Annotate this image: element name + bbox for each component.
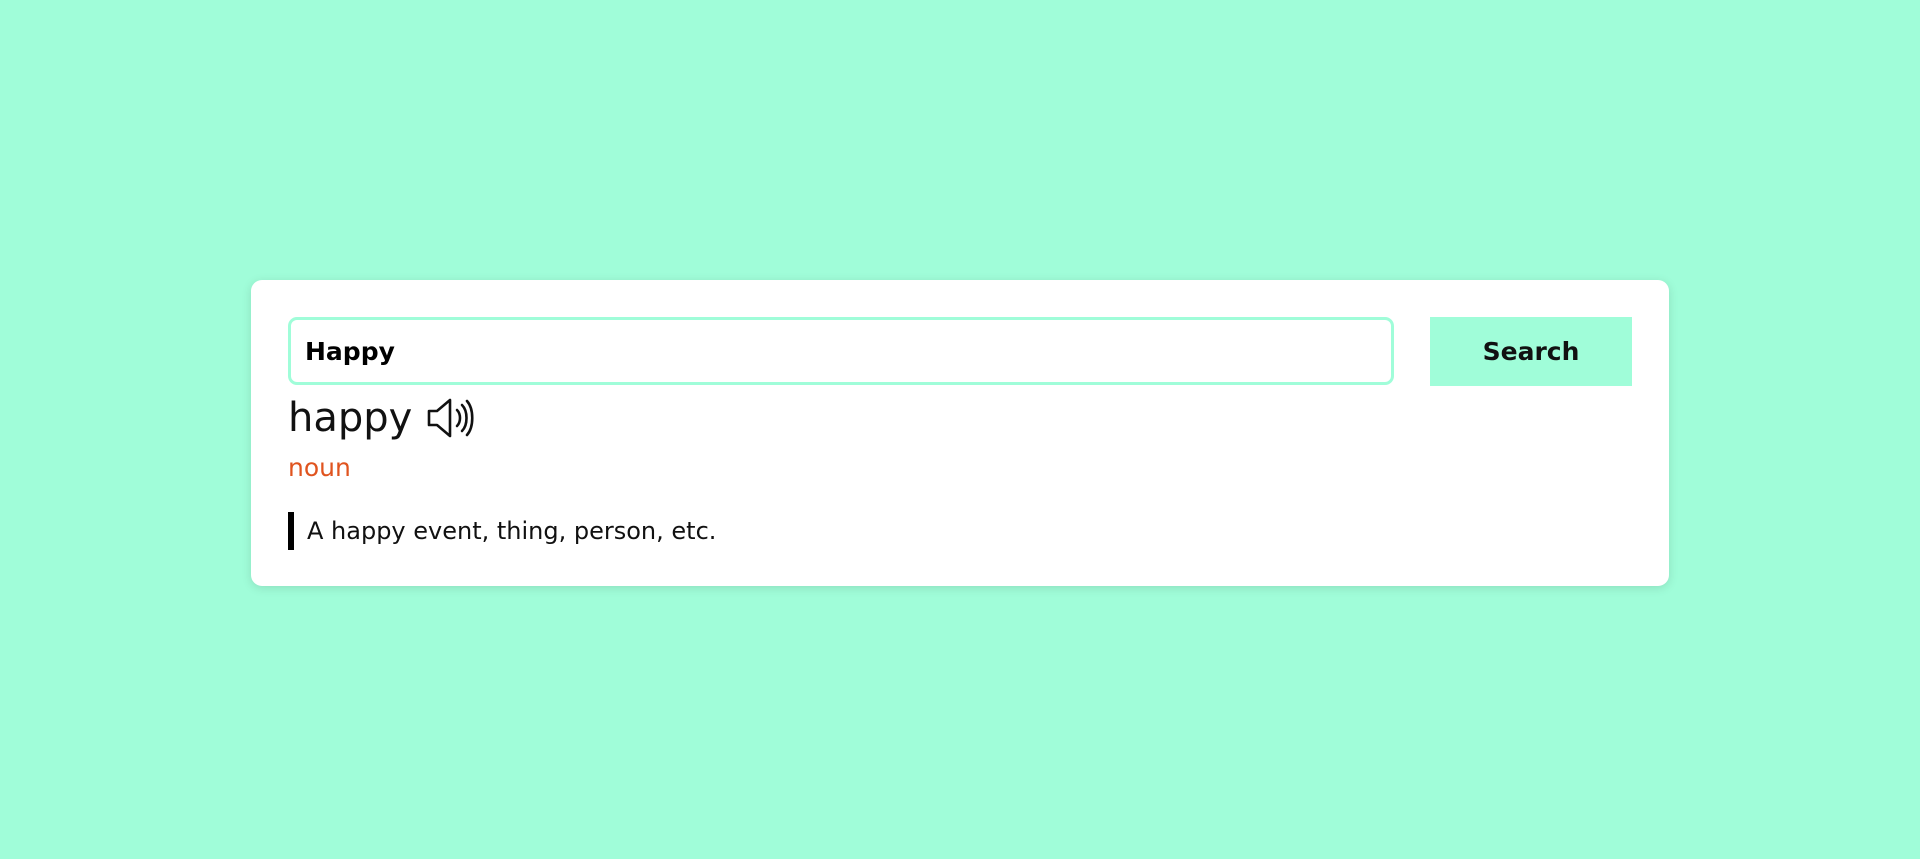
search-button[interactable]: Search <box>1430 317 1632 386</box>
part-of-speech: noun <box>288 453 351 482</box>
dictionary-card: Search happy noun A happy event, thing, … <box>251 280 1669 586</box>
definition-text: A happy event, thing, person, etc. <box>288 512 716 550</box>
word-title: happy <box>288 395 413 441</box>
word-heading-row: happy <box>288 388 474 448</box>
search-input[interactable] <box>288 317 1394 385</box>
speaker-icon[interactable] <box>426 396 474 440</box>
